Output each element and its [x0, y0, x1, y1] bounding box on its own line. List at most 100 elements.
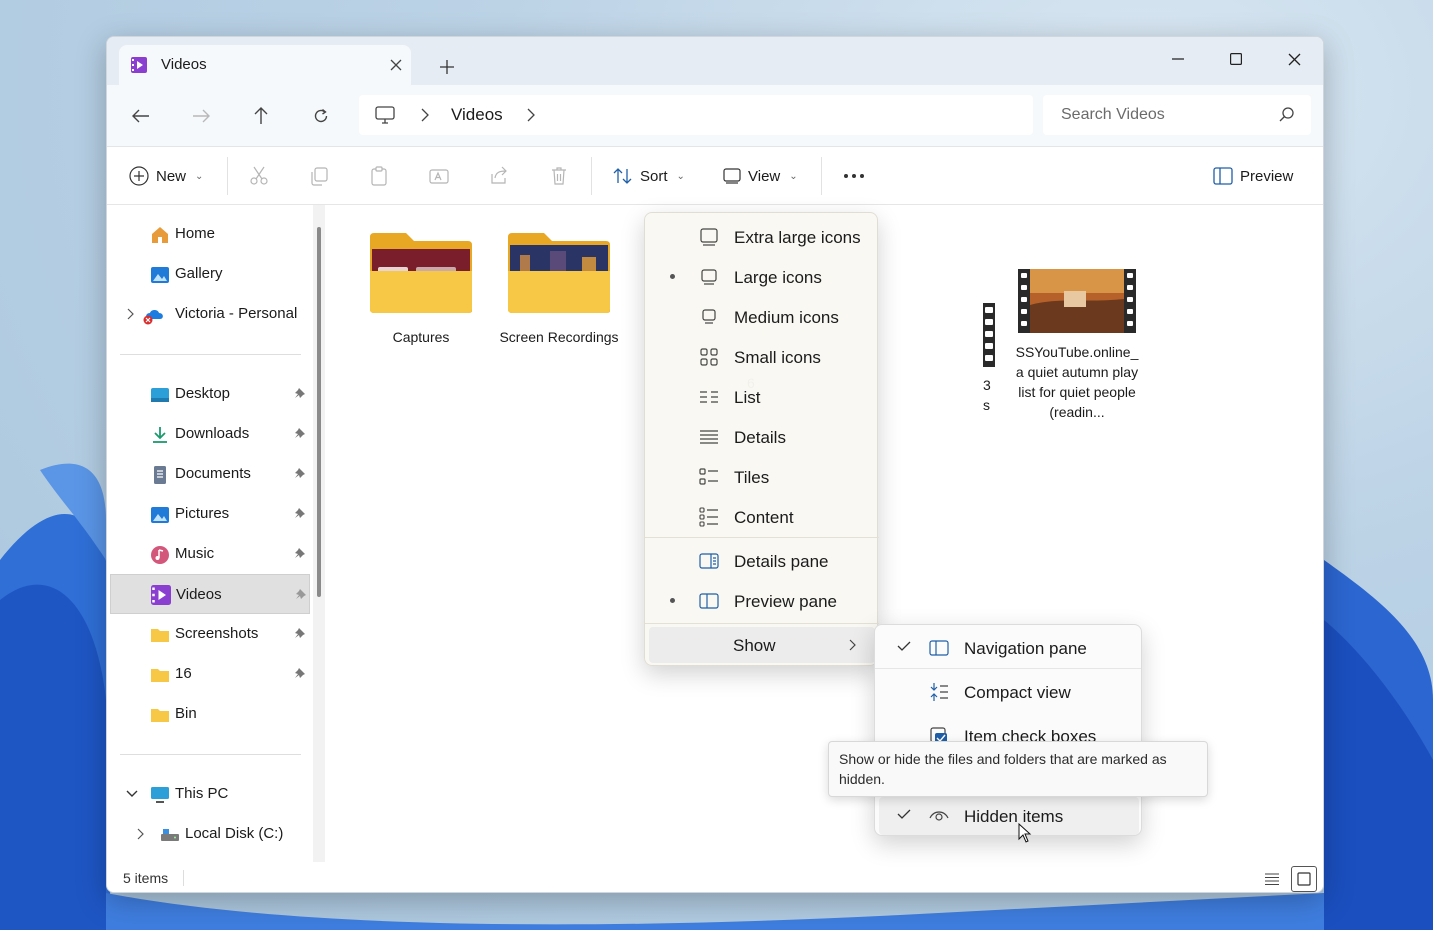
chevron-right-icon[interactable] — [137, 828, 145, 840]
new-button[interactable]: New ⌄ — [129, 147, 203, 205]
details-view-button[interactable] — [1259, 866, 1285, 892]
content-icon — [699, 507, 718, 527]
sidebar-item-videos[interactable]: Videos — [110, 574, 310, 614]
folder-item[interactable]: Screen Recordings — [497, 231, 621, 347]
list-icon — [700, 391, 718, 403]
breadcrumb-videos[interactable]: Videos — [451, 105, 503, 125]
menu-item-details-pane[interactable]: Details pane — [649, 543, 875, 579]
gallery-icon — [151, 267, 169, 283]
pin-icon[interactable] — [295, 588, 307, 600]
rename-icon[interactable] — [429, 166, 449, 186]
submenu-item-hidden-items[interactable]: Hidden items — [879, 797, 1139, 835]
menu-item-tiles[interactable]: Tiles — [649, 459, 875, 495]
more-button[interactable] — [843, 147, 865, 205]
pin-icon[interactable] — [294, 667, 306, 679]
pin-icon[interactable] — [294, 627, 306, 639]
address-toolbar: Videos — [107, 85, 1323, 147]
delete-icon[interactable] — [549, 166, 569, 186]
menu-item-details[interactable]: Details — [649, 419, 875, 455]
minimize-button[interactable] — [1155, 43, 1201, 75]
menu-item-preview-pane[interactable]: Preview pane — [649, 583, 875, 619]
view-button[interactable]: View ⌄ — [723, 147, 798, 205]
preview-pane-icon — [699, 593, 719, 609]
sidebar-item-music[interactable]: Music — [110, 536, 310, 572]
selected-bullet-icon — [670, 598, 675, 603]
menu-item-extra-large-icons[interactable]: Extra large icons — [649, 219, 875, 255]
large-icons-view-button[interactable] — [1291, 866, 1317, 892]
menu-item-label: Details — [734, 428, 786, 447]
tooltip: Show or hide the files and folders that … — [828, 741, 1208, 797]
chevron-down-icon[interactable] — [126, 790, 138, 798]
sidebar-item-bin[interactable]: Bin — [110, 696, 310, 732]
sidebar-item-label: Desktop — [175, 385, 231, 402]
sidebar-item-gallery[interactable]: Gallery — [110, 256, 310, 292]
search-icon[interactable] — [1279, 107, 1295, 123]
paste-icon[interactable] — [369, 166, 389, 186]
refresh-button[interactable] — [310, 105, 332, 127]
copy-icon[interactable] — [309, 166, 329, 186]
close-icon[interactable] — [389, 58, 403, 72]
medium-icons-icon — [702, 309, 716, 324]
large-icons-icon — [701, 269, 717, 285]
sidebar-item-screenshots[interactable]: Screenshots — [110, 616, 310, 652]
folder-item[interactable]: Captures — [359, 231, 483, 347]
sidebar-scrollbar[interactable] — [313, 205, 325, 862]
back-button[interactable] — [130, 105, 152, 127]
chevron-down-icon: ⌄ — [789, 170, 798, 182]
scrollbar-thumb[interactable] — [317, 227, 321, 597]
share-icon[interactable] — [489, 166, 509, 186]
videos-icon — [131, 57, 147, 73]
menu-item-list[interactable]: List — [649, 379, 875, 415]
folder-thumbnail-icon — [370, 233, 472, 313]
chevron-right-icon[interactable] — [527, 108, 535, 122]
submenu-item-navigation-pane[interactable]: Navigation pane — [879, 629, 1139, 667]
plus-icon[interactable] — [440, 60, 454, 74]
menu-item-label: Preview pane — [734, 592, 838, 611]
sidebar-item-16[interactable]: 16 — [110, 656, 310, 692]
tab-videos[interactable]: Videos — [119, 45, 411, 85]
command-bar: New ⌄ Sort ⌄ View ⌄ Preview — [107, 147, 1323, 205]
menu-item-small-icons[interactable]: Small icons — [649, 339, 875, 375]
address-bar[interactable]: Videos — [359, 95, 1033, 135]
menu-item-medium-icons[interactable]: Medium icons — [649, 299, 875, 335]
video-item[interactable]: SSYouTube.online_a quiet autumn playlist… — [1015, 269, 1139, 422]
menu-item-content[interactable]: Content — [649, 499, 875, 535]
menu-item-large-icons[interactable]: Large icons — [649, 259, 875, 295]
search-box[interactable] — [1043, 95, 1311, 135]
chevron-right-icon[interactable] — [127, 308, 135, 320]
sidebar-item-pictures[interactable]: Pictures — [110, 496, 310, 532]
submenu-item-compact-view[interactable]: Compact view — [879, 673, 1139, 711]
video-item-partial[interactable] — [983, 303, 995, 367]
folder-icon — [151, 629, 169, 642]
menu-item-show[interactable]: Show — [649, 627, 875, 663]
preview-button[interactable]: Preview — [1213, 147, 1293, 205]
divider — [591, 157, 592, 195]
pin-icon[interactable] — [294, 387, 306, 399]
forward-button[interactable] — [190, 105, 212, 127]
small-icons-icon — [700, 348, 718, 366]
close-window-button[interactable] — [1271, 43, 1317, 75]
sort-button[interactable]: Sort ⌄ — [613, 147, 685, 205]
sidebar-item-desktop[interactable]: Desktop — [110, 376, 310, 412]
preview-label: Preview — [1240, 167, 1294, 185]
selected-bullet-icon — [670, 274, 675, 279]
up-button[interactable] — [250, 105, 272, 127]
status-bar: 5 items — [107, 862, 1323, 892]
pin-icon[interactable] — [294, 467, 306, 479]
maximize-button[interactable] — [1213, 43, 1259, 75]
sidebar-item-home[interactable]: Home — [110, 216, 310, 252]
sidebar-item-downloads[interactable]: Downloads — [110, 416, 310, 452]
arrow-up-icon — [254, 107, 268, 124]
chevron-right-icon[interactable] — [421, 108, 429, 122]
cut-icon[interactable] — [249, 166, 269, 186]
sidebar-item-local-disk[interactable]: Local Disk (C:) — [110, 816, 310, 852]
sidebar-item-onedrive[interactable]: Victoria - Personal — [110, 296, 310, 332]
sidebar-item-this-pc[interactable]: This PC — [110, 776, 310, 812]
details-view-icon — [1265, 873, 1279, 886]
menu-item-label: Details pane — [734, 552, 829, 571]
pin-icon[interactable] — [294, 507, 306, 519]
pin-icon[interactable] — [294, 427, 306, 439]
sidebar-item-documents[interactable]: Documents — [110, 456, 310, 492]
pin-icon[interactable] — [294, 547, 306, 559]
search-input[interactable] — [1043, 95, 1273, 135]
